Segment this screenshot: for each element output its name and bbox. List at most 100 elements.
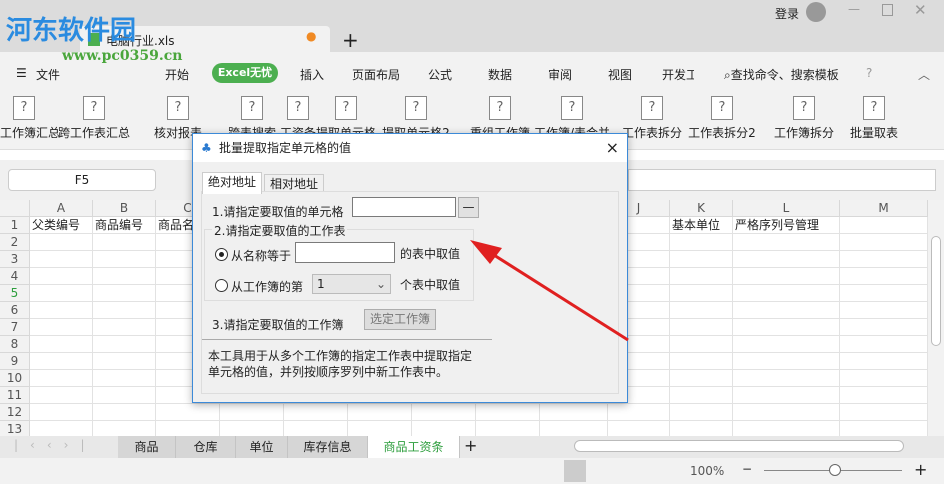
cell[interactable]: 基本单位	[670, 217, 733, 234]
cell[interactable]	[840, 319, 928, 336]
menu-developer[interactable]: 开发工	[662, 66, 694, 83]
cell[interactable]	[93, 234, 156, 251]
select-workbook-button[interactable]: 选定工作簿	[364, 309, 436, 330]
select-range-button[interactable]: —	[458, 197, 479, 218]
ribbon-item[interactable]: ? 工作表拆分2	[680, 96, 764, 141]
cell[interactable]	[733, 336, 840, 353]
cell[interactable]	[840, 285, 928, 302]
cell[interactable]	[93, 353, 156, 370]
avatar[interactable]	[806, 2, 826, 22]
row-header[interactable]: 2	[0, 234, 30, 251]
cell[interactable]	[733, 404, 840, 421]
row-header[interactable]: 1	[0, 217, 30, 234]
new-tab-button[interactable]: +	[342, 28, 359, 52]
cell[interactable]	[30, 268, 93, 285]
menu-page-layout[interactable]: 页面布局	[352, 66, 400, 83]
cell[interactable]	[284, 404, 348, 421]
menu-insert[interactable]: 插入	[300, 66, 324, 83]
cell[interactable]	[93, 387, 156, 404]
cell[interactable]	[220, 404, 284, 421]
cell[interactable]	[476, 404, 540, 421]
radio-by-name[interactable]	[215, 248, 228, 261]
cell[interactable]	[670, 319, 733, 336]
menu-home[interactable]: 开始	[165, 66, 189, 83]
cell[interactable]	[156, 404, 220, 421]
sheet-tab[interactable]: 商品工资条	[368, 436, 460, 458]
cell[interactable]	[30, 302, 93, 319]
radio-by-index[interactable]	[215, 279, 228, 292]
dialog-close-button[interactable]: ×	[606, 138, 619, 157]
cell[interactable]	[733, 387, 840, 404]
cell[interactable]	[840, 217, 928, 234]
cell[interactable]	[840, 370, 928, 387]
cell-address-input[interactable]	[352, 197, 456, 217]
sheet-nav-arrows[interactable]: |‹‹›|	[14, 438, 96, 452]
cell[interactable]	[840, 268, 928, 285]
select-all-corner[interactable]	[0, 200, 30, 217]
cell[interactable]	[733, 353, 840, 370]
cell[interactable]	[733, 302, 840, 319]
zoom-level[interactable]: 100%	[690, 464, 724, 478]
close-window-button[interactable]: ✕	[914, 1, 927, 19]
sheet-tab[interactable]: 商品	[118, 436, 176, 458]
horizontal-scrollbar[interactable]	[574, 440, 904, 452]
row-header[interactable]: 6	[0, 302, 30, 319]
tab-absolute[interactable]: 绝对地址	[202, 172, 263, 194]
zoom-slider-handle[interactable]	[829, 464, 841, 476]
ribbon-item[interactable]: ? 跨工作表汇总	[52, 96, 136, 141]
cell[interactable]	[30, 336, 93, 353]
sheet-tab[interactable]: 仓库	[176, 436, 236, 458]
row-header[interactable]: 9	[0, 353, 30, 370]
cell[interactable]: 商品编号	[93, 217, 156, 234]
column-header[interactable]: L	[733, 200, 840, 217]
row-header[interactable]: 3	[0, 251, 30, 268]
cell[interactable]	[733, 319, 840, 336]
cell[interactable]	[30, 285, 93, 302]
column-header[interactable]: M	[840, 200, 928, 217]
cell[interactable]	[30, 251, 93, 268]
cell[interactable]	[733, 251, 840, 268]
menu-excel-wuyou[interactable]: Excel无忧	[212, 63, 278, 83]
login-link[interactable]: 登录	[775, 5, 799, 22]
cell[interactable]	[93, 302, 156, 319]
help-icon[interactable]: ?	[866, 66, 872, 80]
row-header[interactable]: 11	[0, 387, 30, 404]
cell[interactable]	[30, 387, 93, 404]
hamburger-icon[interactable]: ☰	[16, 66, 27, 80]
cell[interactable]	[670, 387, 733, 404]
row-header[interactable]: 7	[0, 319, 30, 336]
cell[interactable]	[733, 268, 840, 285]
cell[interactable]	[348, 404, 412, 421]
cell[interactable]	[93, 319, 156, 336]
menu-formula[interactable]: 公式	[428, 66, 452, 83]
cell[interactable]	[30, 404, 93, 421]
cell[interactable]	[840, 387, 928, 404]
name-box[interactable]: F5	[8, 169, 156, 191]
menu-review[interactable]: 审阅	[548, 66, 572, 83]
cell[interactable]	[840, 302, 928, 319]
cell[interactable]	[670, 370, 733, 387]
cell[interactable]: 父类编号	[30, 217, 93, 234]
sheet-tab[interactable]: 库存信息	[288, 436, 368, 458]
cell[interactable]	[670, 234, 733, 251]
add-sheet-button[interactable]: +	[464, 436, 477, 455]
row-header[interactable]: 4	[0, 268, 30, 285]
cell[interactable]	[540, 404, 608, 421]
cell[interactable]	[670, 302, 733, 319]
collapse-ribbon-icon[interactable]: ︿	[918, 66, 930, 83]
formula-input[interactable]	[628, 169, 936, 191]
column-header[interactable]: K	[670, 200, 733, 217]
cell[interactable]	[93, 370, 156, 387]
minimize-button[interactable]: —	[848, 2, 860, 16]
normal-view-icon[interactable]	[564, 460, 586, 482]
sheet-name-input[interactable]	[295, 242, 395, 263]
cell[interactable]	[670, 404, 733, 421]
cell[interactable]	[733, 234, 840, 251]
cell[interactable]	[840, 336, 928, 353]
cell[interactable]	[840, 353, 928, 370]
menu-data[interactable]: 数据	[488, 66, 512, 83]
row-header[interactable]: 8	[0, 336, 30, 353]
cell[interactable]	[30, 319, 93, 336]
cell[interactable]	[670, 285, 733, 302]
cell[interactable]	[608, 404, 670, 421]
